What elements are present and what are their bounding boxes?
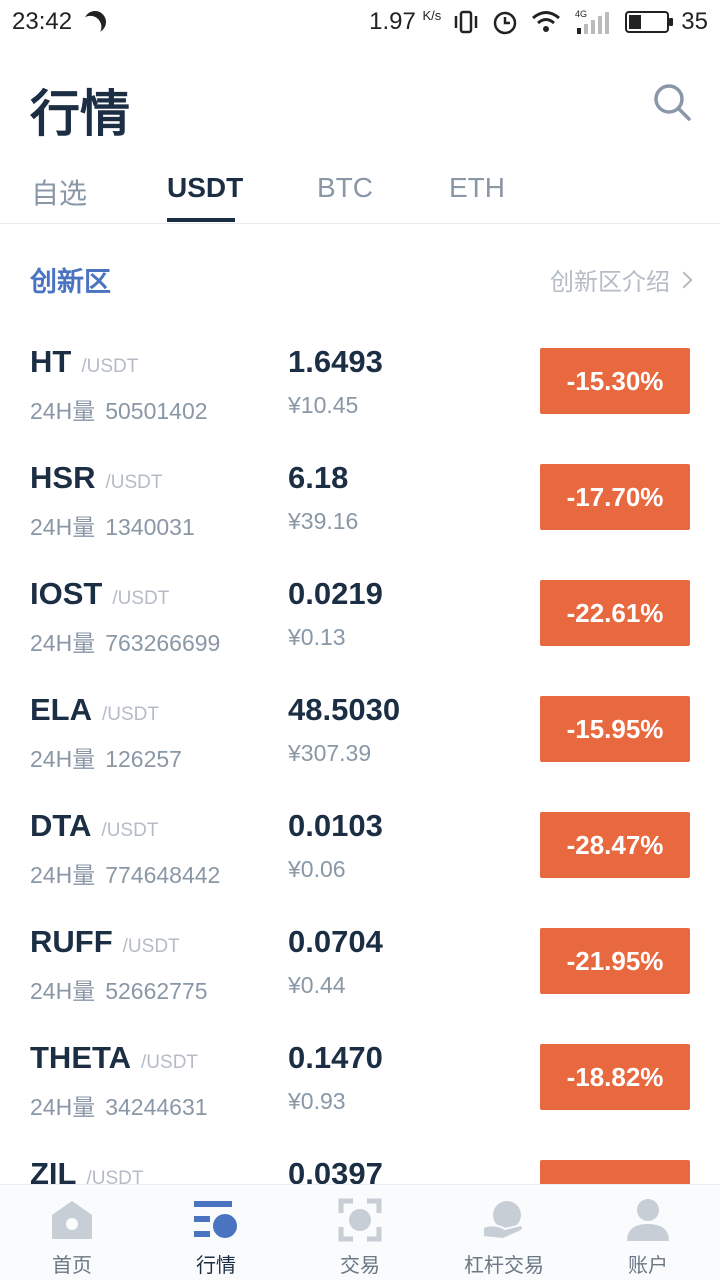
- price: 6.18: [288, 460, 349, 495]
- volume: 24H量 774648442: [30, 862, 221, 888]
- coin-symbol: RUFF/USDT: [30, 924, 180, 959]
- nav-trade[interactable]: 交易: [288, 1185, 432, 1280]
- volume: 24H量 763266699: [30, 630, 221, 656]
- nav-market[interactable]: 行情: [144, 1185, 288, 1280]
- trade-icon: [338, 1198, 382, 1242]
- innovation-zone-header: 创新区 创新区介绍: [0, 250, 720, 304]
- tab-eth[interactable]: ETH: [449, 172, 505, 204]
- volume: 24H量 1340031: [30, 514, 195, 540]
- cny-price: ¥0.13: [288, 624, 346, 650]
- nav-margin[interactable]: 杠杆交易: [432, 1185, 576, 1280]
- change-badge[interactable]: -15.30%: [540, 348, 690, 414]
- status-bar: 23:42 1.97 K/s 4G 35: [0, 0, 720, 44]
- nav-home[interactable]: 首页: [0, 1185, 144, 1280]
- coin-pair: /USDT: [122, 936, 180, 957]
- cny-price: ¥307.39: [288, 740, 372, 766]
- nav-home-label: 首页: [52, 1255, 92, 1277]
- header: 行情: [0, 60, 720, 150]
- coin-symbol: THETA/USDT: [30, 1040, 199, 1075]
- change-badge[interactable]: -22.61%: [540, 580, 690, 646]
- wifi-icon: [532, 11, 561, 32]
- price: 1.6493: [288, 344, 383, 379]
- coin-pair: /USDT: [81, 356, 139, 377]
- coin-symbol: ELA/USDT: [30, 692, 159, 727]
- market-row[interactable]: THETA/USDT 24H量 34244631 0.1470 ¥0.93 -18…: [0, 1020, 720, 1136]
- coin-pair: /USDT: [101, 820, 159, 841]
- market-row[interactable]: HSR/USDT 24H量 1340031 6.18 ¥39.16 -17.70%: [0, 440, 720, 556]
- cny-price: ¥0.06: [288, 856, 346, 882]
- coin-symbol: IOST/USDT: [30, 576, 170, 611]
- page-title: 行情: [30, 86, 130, 142]
- network-speed: 1.97 K/s: [369, 8, 442, 35]
- margin-icon: [482, 1201, 524, 1241]
- account-icon: [627, 1199, 669, 1241]
- coin-pair: /USDT: [102, 704, 159, 725]
- section-link-label: 创新区介绍: [550, 269, 670, 296]
- cny-price: ¥0.93: [288, 1088, 346, 1114]
- change-badge[interactable]: -18.82%: [540, 1044, 690, 1110]
- nav-account-label: 账户: [628, 1255, 668, 1277]
- coin-symbol: DTA/USDT: [30, 808, 159, 843]
- change-badge[interactable]: -21.95%: [540, 928, 690, 994]
- market-list: HT/USDT 24H量 50501402 1.6493 ¥10.45 -15.3…: [0, 324, 720, 1252]
- nav-market-label: 行情: [196, 1255, 236, 1277]
- price: 0.1470: [288, 1040, 383, 1075]
- cny-price: ¥10.45: [288, 392, 359, 418]
- price: 48.5030: [288, 692, 401, 727]
- nav-margin-label: 杠杆交易: [464, 1255, 544, 1277]
- change-badge[interactable]: -28.47%: [540, 812, 690, 878]
- nav-account[interactable]: 账户: [576, 1185, 720, 1280]
- tab-usdt[interactable]: USDT: [167, 172, 243, 204]
- nav-trade-label: 交易: [340, 1255, 380, 1277]
- alarm-icon: [494, 11, 517, 35]
- market-row[interactable]: ELA/USDT 24H量 126257 48.5030 ¥307.39 -15.…: [0, 672, 720, 788]
- vibrate-icon: [455, 10, 478, 34]
- volume: 24H量 34244631: [30, 1094, 208, 1120]
- tab-btc[interactable]: BTC: [317, 172, 373, 204]
- market-row[interactable]: DTA/USDT 24H量 774648442 0.0103 ¥0.06 -28.…: [0, 788, 720, 904]
- tab-favorites[interactable]: 自选: [31, 172, 87, 212]
- coin-symbol: HSR/USDT: [30, 460, 163, 495]
- coin-pair: /USDT: [112, 588, 170, 609]
- volume: 24H量 126257: [30, 746, 182, 772]
- market-icon: [194, 1201, 237, 1238]
- market-row[interactable]: IOST/USDT 24H量 763266699 0.0219 ¥0.13 -22…: [0, 556, 720, 672]
- change-badge[interactable]: -17.70%: [540, 464, 690, 530]
- status-time: 23:42: [12, 8, 73, 35]
- home-icon: [52, 1201, 92, 1239]
- market-row[interactable]: HT/USDT 24H量 50501402 1.6493 ¥10.45 -15.3…: [0, 324, 720, 440]
- chevron-right-icon: [675, 271, 693, 288]
- price: 0.0704: [288, 924, 383, 959]
- search-icon[interactable]: [652, 82, 692, 122]
- coin-pair: /USDT: [141, 1052, 199, 1073]
- svg-text:4G: 4G: [575, 9, 587, 19]
- cny-price: ¥39.16: [288, 508, 359, 534]
- active-tab-indicator: [167, 218, 235, 222]
- bottom-nav: 首页 行情 交易 杠杆交易 账户: [0, 1184, 720, 1280]
- market-tabs: 自选 USDT BTC ETH: [0, 160, 720, 224]
- price: 0.0219: [288, 576, 383, 611]
- volume: 24H量 50501402: [30, 398, 208, 424]
- price: 0.0103: [288, 808, 383, 843]
- volume: 24H量 52662775: [30, 978, 208, 1004]
- moon-icon: [81, 8, 109, 36]
- market-row[interactable]: RUFF/USDT 24H量 52662775 0.0704 ¥0.44 -21.…: [0, 904, 720, 1020]
- innovation-zone-intro-link[interactable]: 创新区介绍: [550, 262, 693, 297]
- change-badge[interactable]: -15.95%: [540, 696, 690, 762]
- cny-price: ¥0.44: [288, 972, 346, 998]
- section-title: 创新区: [30, 267, 111, 297]
- signal-icon: 4G: [575, 9, 610, 34]
- battery-level: 35: [681, 8, 708, 35]
- coin-pair: /USDT: [105, 472, 163, 493]
- battery-icon: [625, 11, 674, 33]
- coin-symbol: HT/USDT: [30, 344, 139, 379]
